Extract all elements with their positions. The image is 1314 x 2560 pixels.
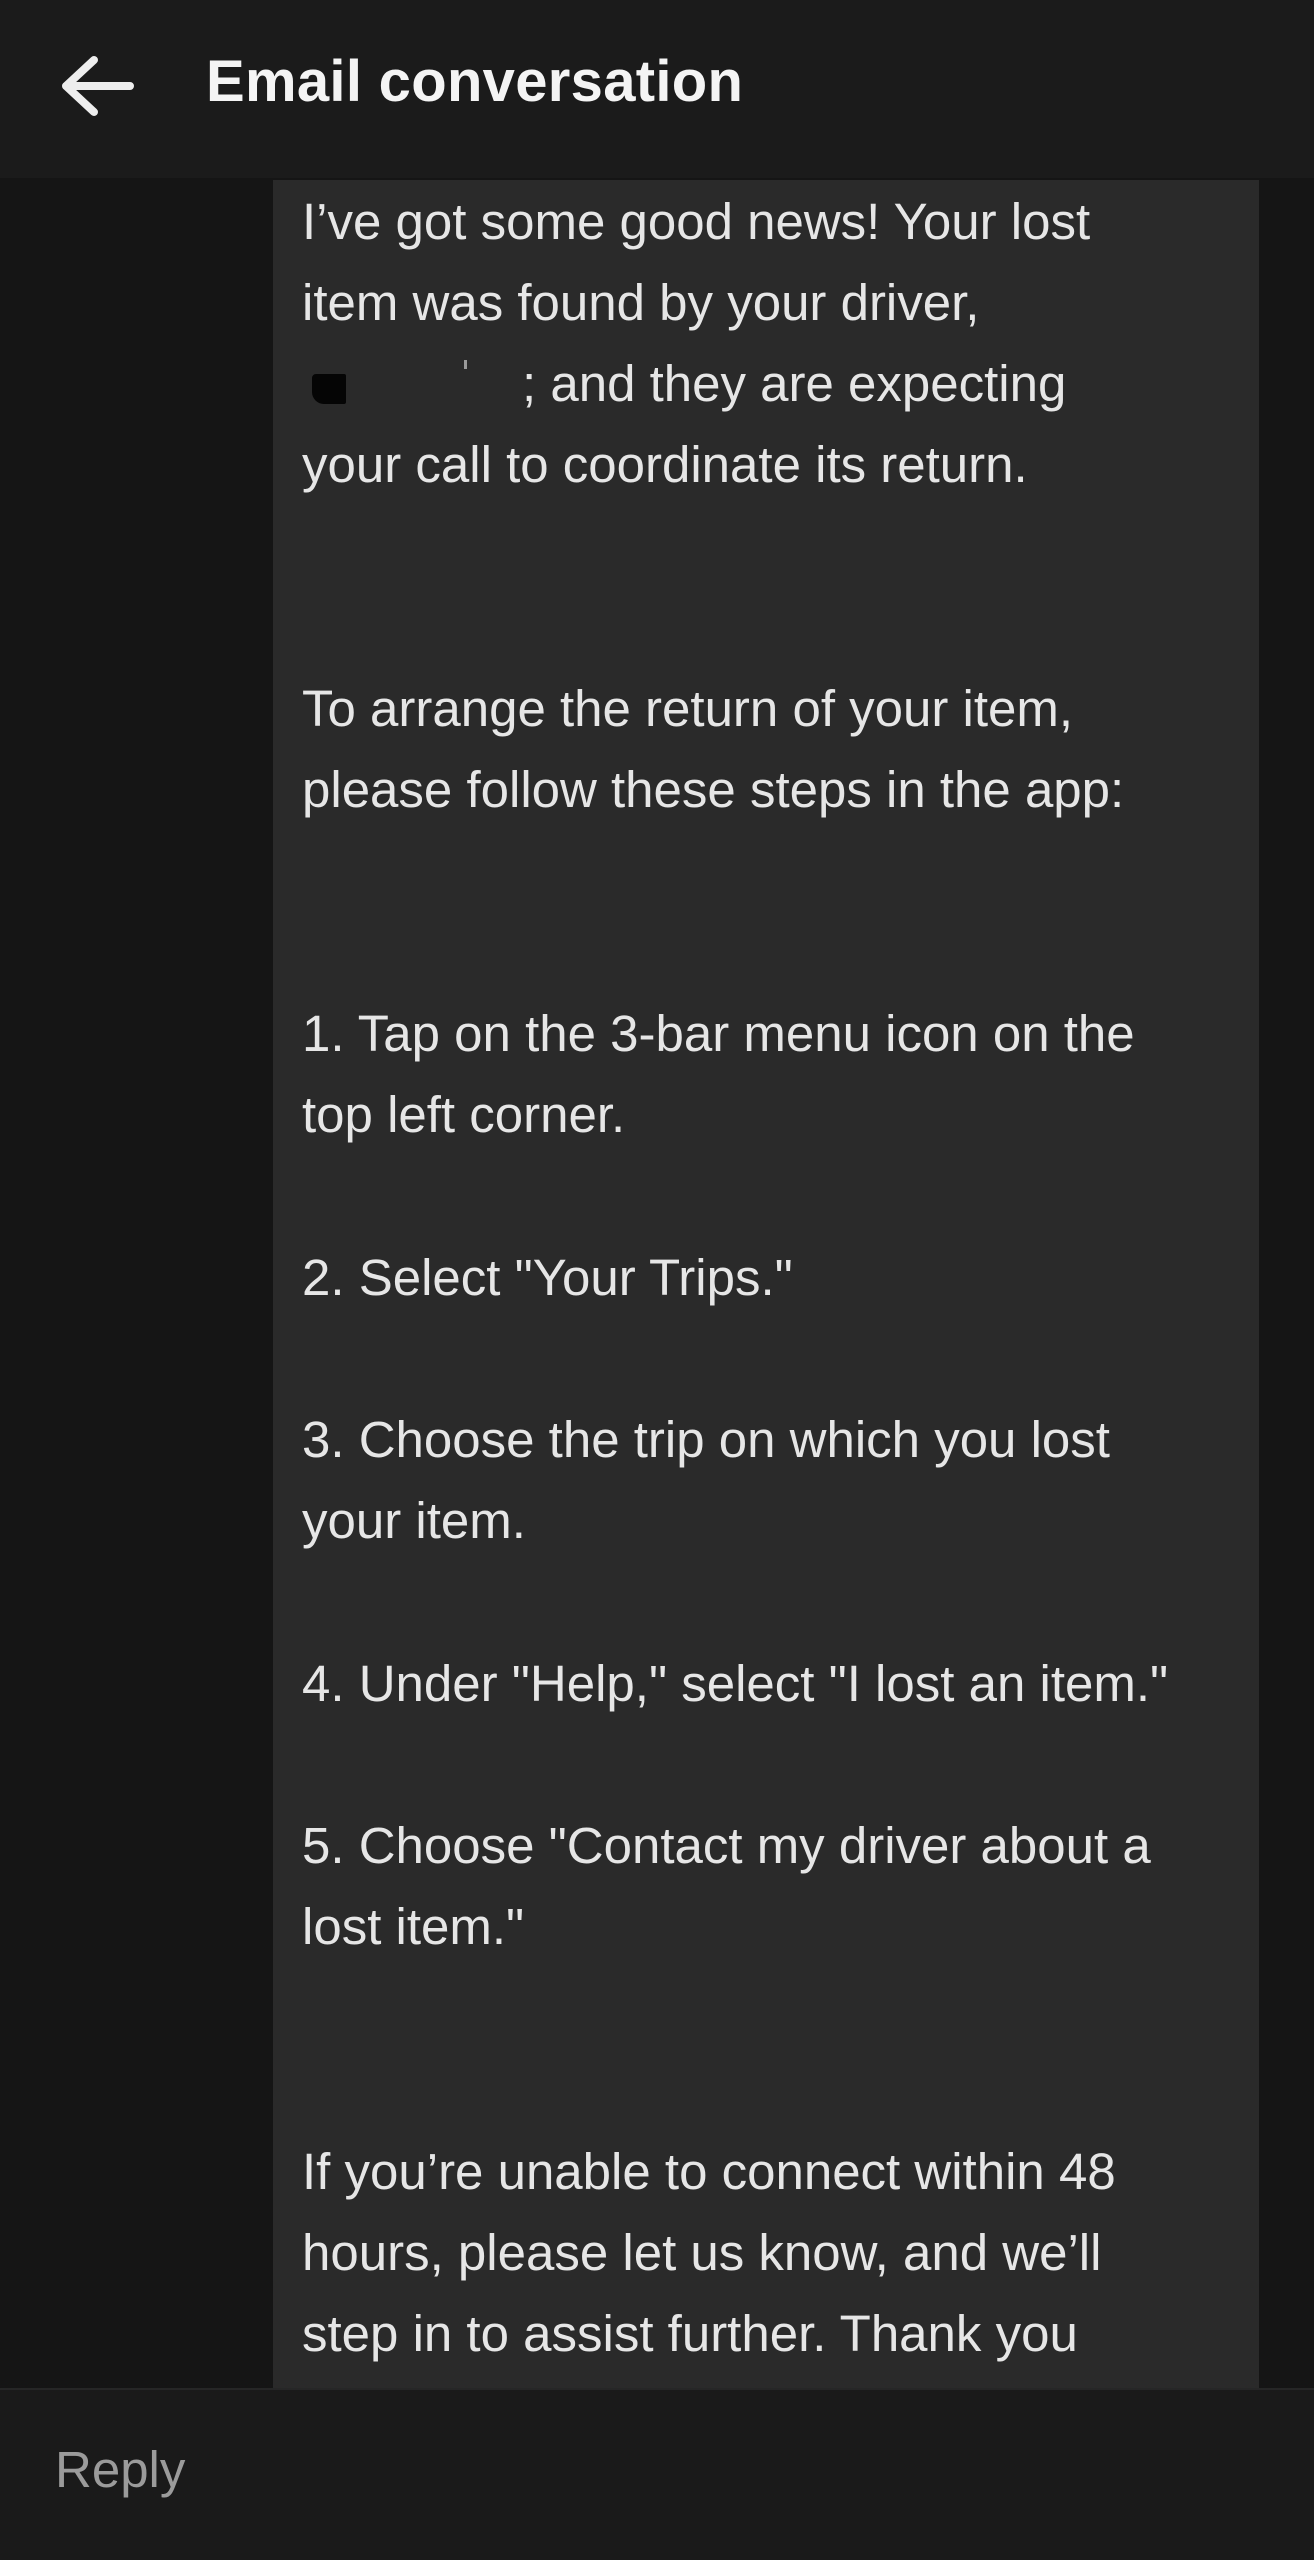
message-line: lost item." [302,1898,525,1955]
message-line: top left corner. [302,1086,626,1143]
reply-bar: Reply [0,2388,1314,2560]
message-line: To arrange the return of your item, [302,680,1074,737]
message-line: 3. Choose the trip on which you lost [302,1411,1110,1468]
message-line: If you’re unable to connect within 48 [302,2143,1116,2200]
email-message-card: I’ve got some good news! Your lost item … [273,180,1259,2388]
redacted-driver-name [302,354,522,414]
message-line: your call to coordinate its return. [302,436,1028,493]
message-line: item was found by your driver, [302,274,980,331]
message-line: step in to assist further. Thank you [302,2305,1078,2362]
message-line: your item. [302,1492,526,1549]
reply-placeholder: Reply [55,2441,186,2498]
message-line: please follow these steps in the app: [302,761,1125,818]
conversation-scroll-area[interactable]: I’ve got some good news! Your lost item … [0,178,1314,2388]
message-line: 5. Choose "Contact my driver about a [302,1817,1151,1874]
arrow-left-icon [62,56,134,116]
message-line: hours, please let us know, and we’ll [302,2224,1102,2281]
message-line: 4. Under "Help," select "I lost an item.… [302,1655,1169,1712]
message-line: 2. Select "Your Trips." [302,1249,793,1306]
reply-input[interactable]: Reply [0,2390,1314,2560]
message-line: 1. Tap on the 3-bar menu icon on the [302,1005,1135,1062]
message-line: I’ve got some good news! Your lost [302,193,1091,250]
message-line-text: ; and they are expecting [522,355,1067,412]
app-bar: Email conversation [0,0,1314,178]
back-button[interactable] [50,46,142,126]
message-line: ; and they are expecting [302,354,1066,414]
page-title: Email conversation [206,49,744,114]
